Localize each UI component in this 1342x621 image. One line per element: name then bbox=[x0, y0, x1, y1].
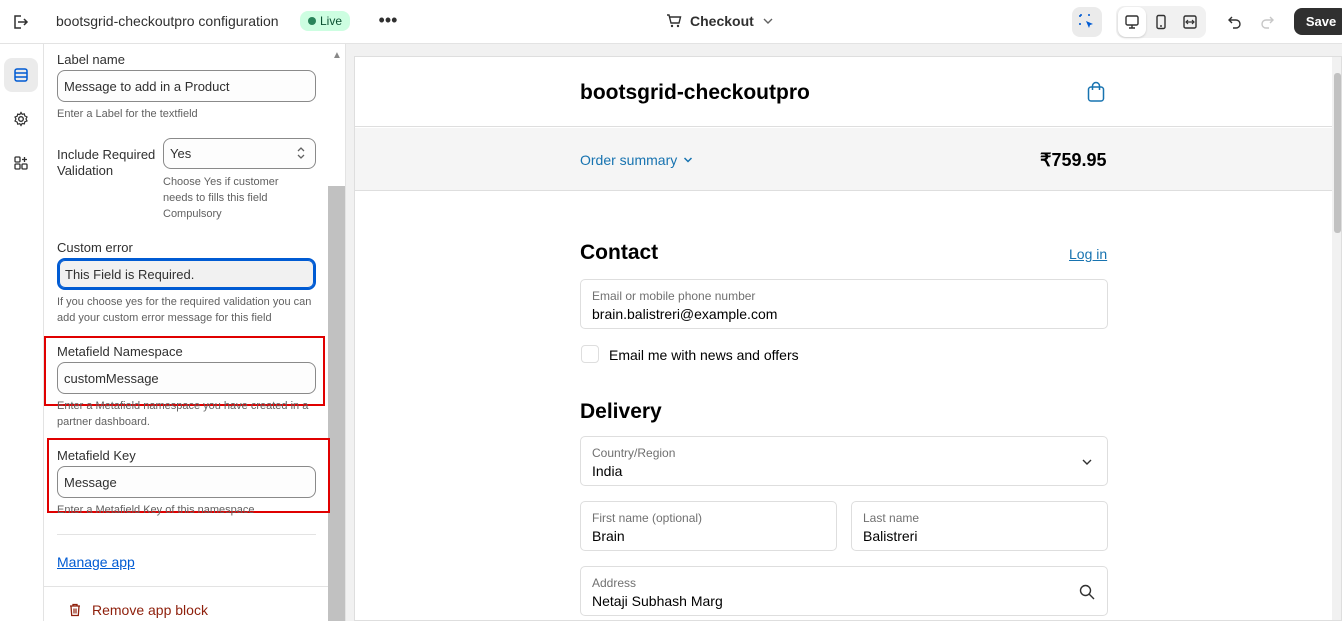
apps-button[interactable] bbox=[4, 146, 38, 180]
address-value: Netaji Subhash Marg bbox=[592, 593, 723, 609]
address-label: Address bbox=[592, 576, 637, 590]
custom-error-label: Custom error bbox=[57, 240, 133, 255]
metafield-key-input[interactable] bbox=[57, 466, 316, 498]
panel-scroll-thumb[interactable] bbox=[328, 186, 345, 621]
last-name-field[interactable]: Last name Balistreri bbox=[851, 501, 1108, 551]
custom-error-input[interactable] bbox=[57, 258, 316, 290]
newsletter-label: Email me with news and offers bbox=[609, 347, 799, 363]
order-summary-toggle[interactable]: Order summary bbox=[580, 152, 693, 168]
email-field-label: Email or mobile phone number bbox=[592, 289, 756, 303]
store-name: bootsgrid-checkoutpro bbox=[580, 81, 810, 104]
save-button[interactable]: Save bbox=[1294, 8, 1342, 35]
status-badge: Live bbox=[300, 11, 351, 31]
chevron-down-icon bbox=[763, 18, 773, 24]
required-validation-value: Yes bbox=[170, 146, 192, 161]
manage-app-link[interactable]: Manage app bbox=[57, 554, 135, 570]
required-validation-help: Choose Yes if customer needs to fills th… bbox=[163, 176, 279, 220]
delivery-heading: Delivery bbox=[580, 400, 662, 423]
required-validation-label: Include Required Validation bbox=[57, 147, 156, 178]
app-title: bootsgrid-checkoutpro configuration bbox=[56, 13, 279, 29]
chevron-down-icon bbox=[1082, 459, 1092, 465]
settings-panel: ▲ Label name Enter a Label for the textf… bbox=[44, 44, 346, 621]
panel-scrollbar[interactable]: ▲ bbox=[328, 44, 345, 621]
desktop-icon bbox=[1125, 15, 1139, 29]
exit-icon[interactable] bbox=[10, 12, 30, 32]
top-bar: bootsgrid-checkoutpro configuration Live… bbox=[0, 0, 1342, 44]
email-field[interactable]: Email or mobile phone number brain.balis… bbox=[580, 279, 1108, 329]
metafield-namespace-help: Enter a Metafield namespace you have cre… bbox=[57, 400, 309, 428]
preview-scroll-thumb[interactable] bbox=[1334, 73, 1341, 233]
redo-icon bbox=[1261, 16, 1274, 29]
checkout-preview: bootsgrid-checkoutpro Order summary ₹759… bbox=[354, 56, 1342, 621]
metafield-namespace-label: Metafield Namespace bbox=[57, 344, 183, 359]
label-name-input[interactable] bbox=[57, 70, 316, 102]
desktop-view-button[interactable] bbox=[1118, 7, 1146, 37]
remove-app-block-label: Remove app block bbox=[92, 602, 208, 618]
sections-button[interactable] bbox=[4, 58, 38, 92]
first-name-value: Brain bbox=[592, 528, 625, 544]
gear-icon bbox=[14, 111, 28, 127]
last-name-value: Balistreri bbox=[863, 528, 918, 544]
address-field[interactable]: Address Netaji Subhash Marg bbox=[580, 566, 1108, 616]
inspector-button[interactable] bbox=[1072, 7, 1102, 37]
left-rail bbox=[0, 44, 44, 621]
newsletter-checkbox[interactable] bbox=[581, 345, 599, 363]
last-name-label: Last name bbox=[863, 511, 920, 525]
label-name-label: Label name bbox=[57, 52, 125, 67]
apps-icon bbox=[14, 156, 28, 170]
fullscreen-view-button[interactable] bbox=[1176, 7, 1204, 37]
contact-heading: Contact bbox=[580, 241, 659, 264]
first-name-label: First name (optional) bbox=[592, 511, 703, 525]
mobile-view-button[interactable] bbox=[1147, 7, 1175, 37]
metafield-key-label: Metafield Key bbox=[57, 448, 136, 463]
divider bbox=[44, 586, 328, 587]
live-dot-icon bbox=[308, 17, 316, 25]
first-name-field[interactable]: First name (optional) Brain bbox=[580, 501, 837, 551]
preview-scrollbar[interactable] bbox=[1332, 57, 1341, 620]
metafield-key-help: Enter a Metafield Key of this namespace bbox=[57, 504, 255, 516]
remove-app-block-button[interactable]: Remove app block bbox=[68, 602, 208, 618]
search-icon bbox=[1079, 584, 1095, 600]
page-selector-label: Checkout bbox=[690, 13, 754, 29]
more-actions-button[interactable]: ••• bbox=[378, 10, 398, 32]
preview-header: bootsgrid-checkoutpro bbox=[355, 57, 1332, 127]
log-in-link[interactable]: Log in bbox=[1069, 246, 1107, 262]
country-select[interactable]: Country/Region India bbox=[580, 436, 1108, 486]
select-arrows-icon bbox=[297, 147, 305, 159]
redo-button[interactable] bbox=[1252, 7, 1282, 37]
settings-button[interactable] bbox=[4, 102, 38, 136]
required-validation-select[interactable]: Yes bbox=[163, 138, 316, 169]
order-summary-bar: Order summary ₹759.95 bbox=[355, 128, 1332, 191]
undo-button[interactable] bbox=[1220, 7, 1250, 37]
divider bbox=[57, 534, 316, 535]
select-cursor-icon bbox=[1079, 14, 1093, 28]
fullscreen-icon bbox=[1183, 15, 1197, 29]
email-field-value: brain.balistreri@example.com bbox=[592, 306, 778, 322]
shopping-bag-icon[interactable] bbox=[1086, 81, 1106, 108]
country-value: India bbox=[592, 463, 623, 479]
chevron-down-icon bbox=[684, 157, 693, 163]
order-total: ₹759.95 bbox=[1040, 150, 1107, 170]
country-label: Country/Region bbox=[592, 446, 676, 460]
label-name-help: Enter a Label for the textfield bbox=[57, 108, 198, 120]
mobile-icon bbox=[1156, 14, 1166, 30]
trash-icon bbox=[70, 603, 80, 617]
undo-icon bbox=[1228, 16, 1241, 29]
custom-error-help: If you choose yes for the required valid… bbox=[57, 296, 312, 324]
sections-icon bbox=[14, 68, 28, 82]
page-selector[interactable]: Checkout bbox=[666, 10, 774, 32]
device-view-group bbox=[1116, 6, 1206, 38]
scroll-up-icon[interactable]: ▲ bbox=[332, 50, 342, 61]
metafield-namespace-input[interactable] bbox=[57, 362, 316, 394]
order-summary-label: Order summary bbox=[580, 152, 678, 168]
cart-icon bbox=[667, 14, 682, 28]
status-badge-label: Live bbox=[320, 14, 343, 28]
